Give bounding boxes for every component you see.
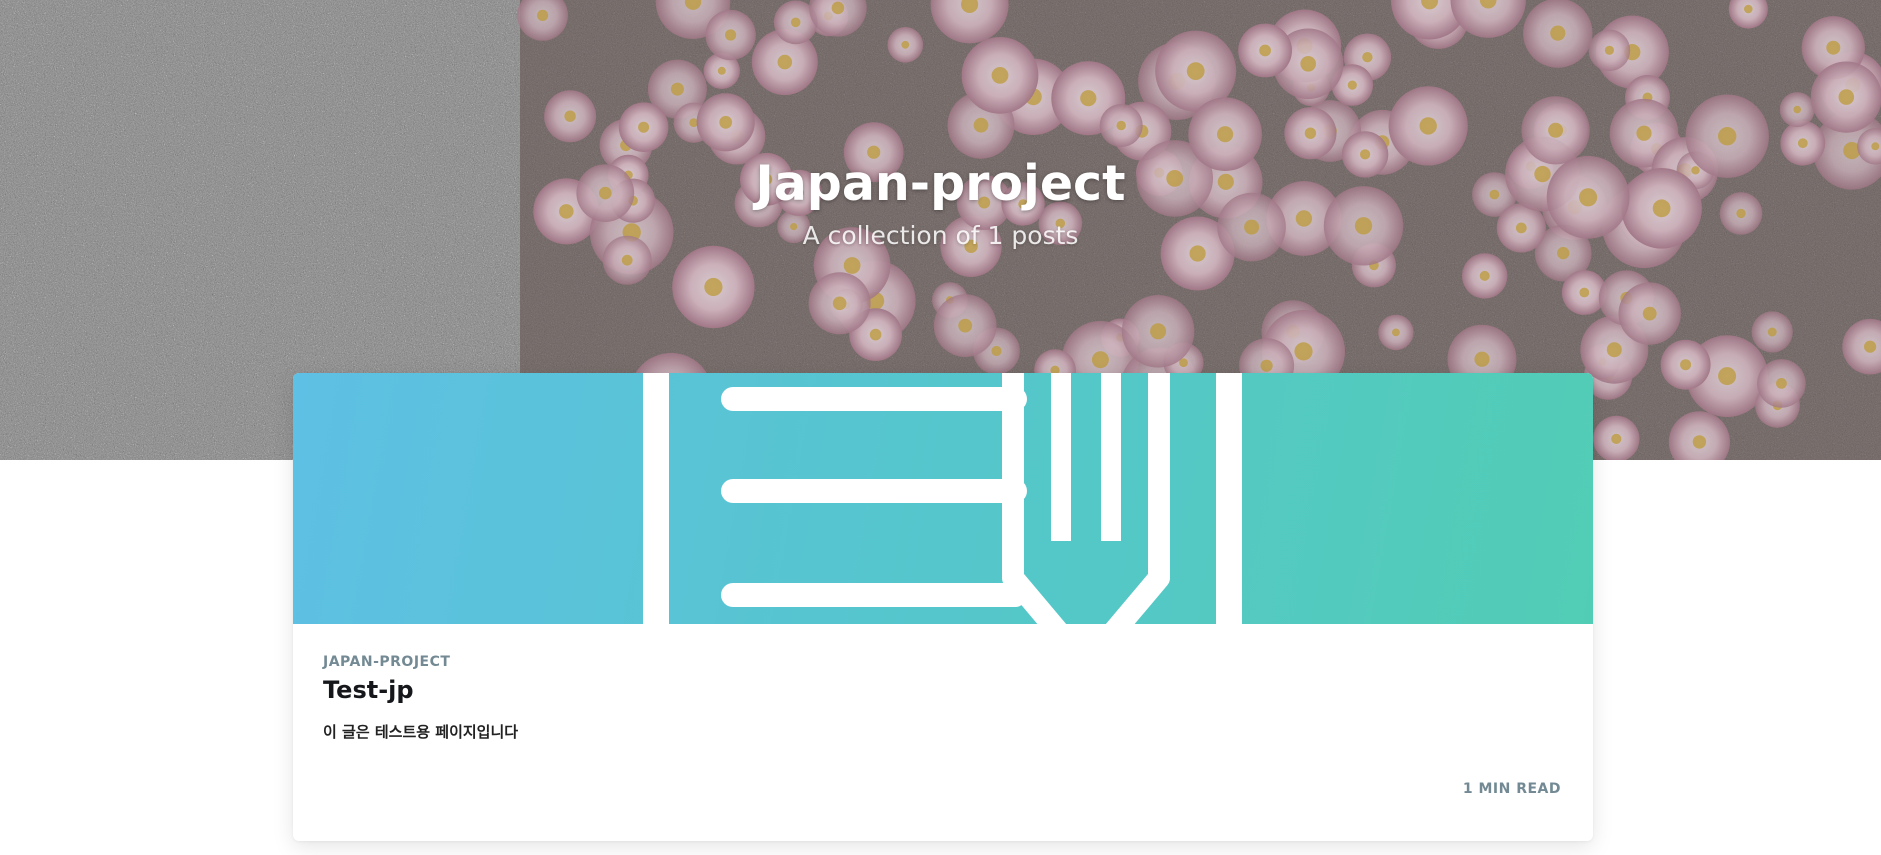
post-excerpt: 이 글은 테스트용 페이지입니다 — [323, 723, 519, 741]
document-pencil-icon — [643, 373, 1242, 624]
post-title[interactable]: Test-jp — [323, 676, 414, 704]
post-read-time: 1 MIN READ — [1462, 781, 1561, 797]
page-title: Japan-project — [755, 155, 1126, 212]
page-subtitle: A collection of 1 posts — [802, 221, 1079, 250]
post-card[interactable]: JAPAN-PROJECT Test-jp 이 글은 테스트용 페이지입니다 1… — [293, 373, 1593, 841]
hero-text-block: Japan-project A collection of 1 posts — [0, 152, 1881, 254]
post-card-body: JAPAN-PROJECT Test-jp 이 글은 테스트용 페이지입니다 1… — [293, 624, 1593, 841]
post-card-image[interactable] — [293, 373, 1593, 624]
post-tag[interactable]: JAPAN-PROJECT — [323, 654, 450, 670]
